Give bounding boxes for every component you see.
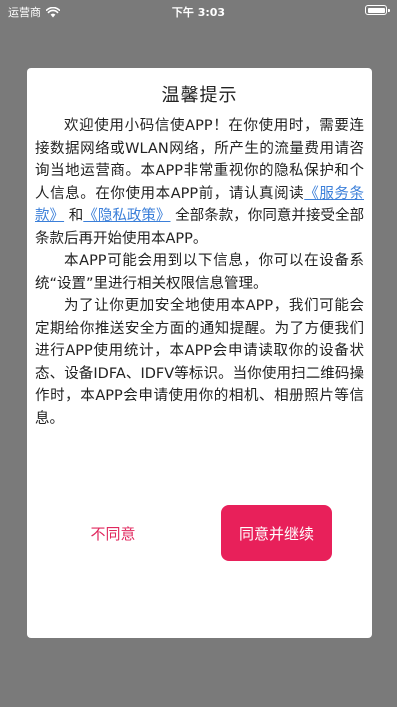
status-time: 下午 3:03: [171, 6, 226, 19]
agree-continue-button[interactable]: 同意并继续: [221, 505, 332, 561]
battery-fill: [367, 7, 385, 13]
dialog-body: 欢迎使用小码信使APP！在你使用时，需要连接数据网络或WLAN网络，所产生的流量…: [35, 115, 364, 430]
battery-icon: [365, 5, 390, 15]
decline-button[interactable]: 不同意: [63, 518, 163, 548]
status-bar: 运营商 下午 3:03: [0, 0, 397, 22]
paragraph-security: 为了让你更加安全地使用本APP，我们可能会定期给你推送安全方面的通知提醒。为了方…: [35, 298, 364, 427]
paragraph-permissions: 本APP可能会用到以下信息，你可以在设备系统“设置”里进行相关权限信息管理。: [35, 253, 364, 292]
battery-tip: [388, 8, 390, 12]
paragraph-intro: 欢迎使用小码信使APP！在你使用时，需要连接数据网络或WLAN网络，所产生的流量…: [35, 115, 364, 250]
privacy-policy-link[interactable]: 《隐私政策》: [83, 208, 170, 224]
and-text: 和: [68, 208, 84, 224]
privacy-dialog: 温馨提示 欢迎使用小码信使APP！在你使用时，需要连接数据网络或WLAN网络，所…: [27, 68, 372, 638]
dialog-title: 温馨提示: [161, 85, 238, 106]
